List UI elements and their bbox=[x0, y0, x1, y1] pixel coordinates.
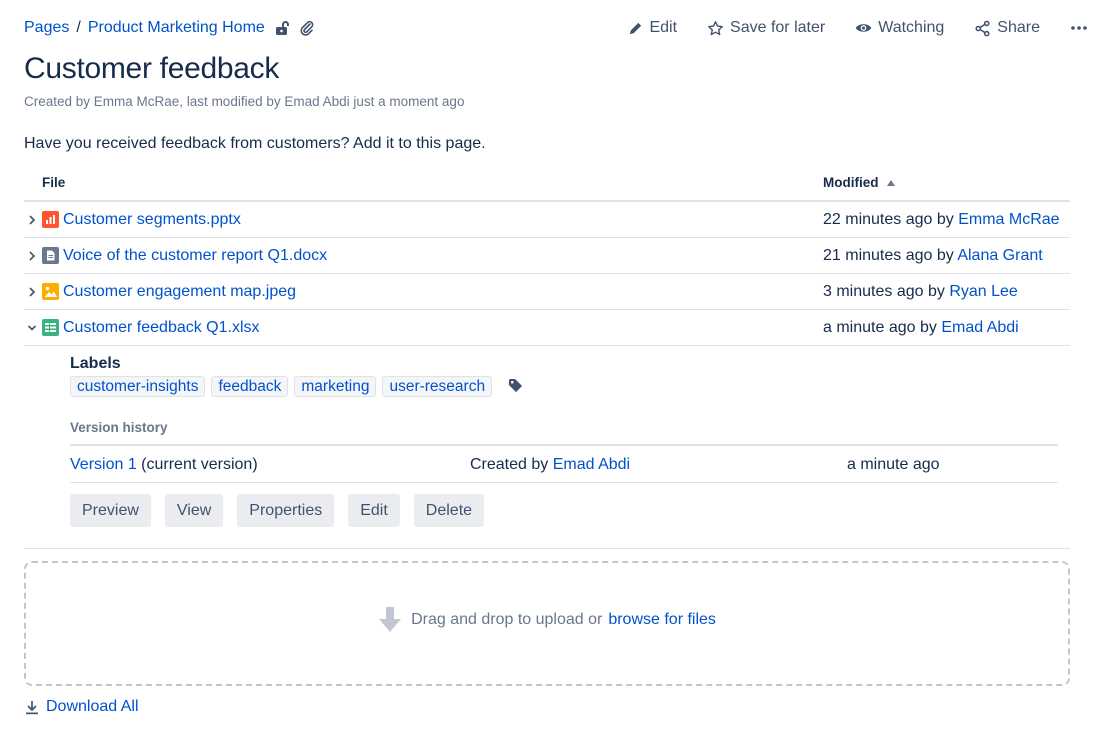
page-title: Customer feedback bbox=[24, 52, 280, 85]
file-link[interactable]: Voice of the customer report Q1.docx bbox=[63, 247, 327, 265]
eye-icon bbox=[855, 24, 872, 32]
modified-time: a minute ago by bbox=[823, 319, 937, 336]
download-arrow-icon bbox=[379, 607, 402, 632]
modified-info: 21 minutes ago by Alana Grant bbox=[823, 247, 1043, 265]
file-link[interactable]: Customer engagement map.jpeg bbox=[63, 283, 296, 301]
chevron-right-icon[interactable] bbox=[27, 214, 37, 226]
created-by-prefix: Created by bbox=[470, 456, 549, 473]
modified-time: 3 minutes ago by bbox=[823, 283, 945, 300]
properties-button[interactable]: Properties bbox=[237, 494, 335, 527]
labels-heading: Labels bbox=[70, 355, 121, 372]
preview-button[interactable]: Preview bbox=[70, 494, 151, 527]
breadcrumb-parent-link[interactable]: Product Marketing Home bbox=[88, 19, 265, 37]
version-cell: Version 1 (current version) bbox=[70, 456, 258, 474]
label-chip[interactable]: user-research bbox=[382, 375, 493, 397]
download-all-link[interactable]: Download All bbox=[25, 698, 139, 716]
edit-label: Edit bbox=[649, 19, 678, 36]
sort-ascending-icon bbox=[886, 179, 895, 186]
unlock-icon[interactable] bbox=[274, 20, 290, 36]
page-intro: Have you received feedback from customer… bbox=[24, 135, 486, 152]
chevron-down-icon[interactable] bbox=[27, 322, 37, 334]
table-row[interactable]: Customer feedback Q1.xlsx a minute ago b… bbox=[24, 310, 1070, 346]
label-chip[interactable]: customer-insights bbox=[70, 375, 206, 397]
page-actions: Edit Save for later Watching Share bbox=[598, 17, 1088, 39]
browse-files-link[interactable]: browse for files bbox=[608, 611, 716, 629]
column-modified[interactable]: Modified bbox=[823, 175, 895, 190]
pencil-icon bbox=[630, 22, 642, 34]
star-icon bbox=[708, 20, 723, 35]
modified-info: 3 minutes ago by Ryan Lee bbox=[823, 283, 1018, 301]
table-row[interactable]: Customer segments.pptx 22 minutes ago by… bbox=[24, 202, 1070, 238]
view-button[interactable]: View bbox=[164, 494, 224, 527]
presentation-icon bbox=[42, 211, 59, 233]
more-actions-icon[interactable] bbox=[1070, 25, 1088, 31]
modified-user-link[interactable]: Alana Grant bbox=[957, 247, 1042, 264]
version-history-heading: Version history bbox=[70, 420, 168, 435]
edit-file-button[interactable]: Edit bbox=[348, 494, 400, 527]
save-for-later-label: Save for later bbox=[730, 19, 826, 36]
share-icon bbox=[975, 20, 990, 36]
download-all-label[interactable]: Download All bbox=[46, 698, 139, 716]
modified-info: 22 minutes ago by Emma McRae bbox=[823, 211, 1060, 229]
label-chip[interactable]: feedback bbox=[211, 375, 289, 397]
version-row: Version 1 (current version) Created by E… bbox=[70, 446, 1058, 483]
version-status: (current version) bbox=[141, 456, 258, 473]
delete-button[interactable]: Delete bbox=[413, 494, 485, 527]
table-header: File Modified bbox=[24, 164, 1070, 202]
attachment-icon[interactable] bbox=[299, 20, 315, 36]
version-link[interactable]: Version 1 bbox=[70, 456, 137, 473]
share-label: Share bbox=[997, 19, 1040, 36]
version-creator-cell: Created by Emad Abdi bbox=[470, 456, 630, 474]
modified-info: a minute ago by Emad Abdi bbox=[823, 319, 1019, 337]
column-file[interactable]: File bbox=[42, 175, 65, 190]
attachments-table: File Modified Customer segments.pptx 22 … bbox=[24, 164, 1070, 346]
modified-user-link[interactable]: Emma McRae bbox=[958, 211, 1059, 228]
watching-button[interactable]: Watching bbox=[855, 19, 944, 37]
upload-dropzone[interactable]: Drag and drop to upload or browse for fi… bbox=[24, 561, 1070, 686]
image-icon bbox=[42, 283, 59, 305]
save-for-later-button[interactable]: Save for later bbox=[707, 19, 825, 37]
upload-prompt: Drag and drop to upload or browse for fi… bbox=[26, 607, 1068, 633]
modified-user-link[interactable]: Ryan Lee bbox=[949, 283, 1018, 300]
spreadsheet-icon bbox=[42, 319, 59, 341]
file-link[interactable]: Customer feedback Q1.xlsx bbox=[63, 319, 260, 337]
table-row[interactable]: Voice of the customer report Q1.docx 21 … bbox=[24, 238, 1070, 274]
upload-text: Drag and drop to upload or bbox=[411, 611, 603, 628]
column-modified-label: Modified bbox=[823, 175, 879, 190]
share-button[interactable]: Share bbox=[974, 19, 1040, 37]
page-byline: Created by Emma McRae, last modified by … bbox=[24, 94, 465, 109]
labels-list: customer-insights feedback marketing use… bbox=[70, 374, 523, 398]
breadcrumb-pages-link[interactable]: Pages bbox=[24, 19, 69, 37]
download-icon bbox=[26, 700, 38, 714]
chevron-right-icon[interactable] bbox=[27, 250, 37, 262]
tag-icon[interactable] bbox=[508, 378, 523, 398]
file-actions: Preview View Properties Edit Delete bbox=[70, 494, 498, 527]
breadcrumb: Pages / Product Marketing Home bbox=[24, 17, 315, 39]
edit-button[interactable]: Edit bbox=[628, 19, 677, 37]
table-row[interactable]: Customer engagement map.jpeg 3 minutes a… bbox=[24, 274, 1070, 310]
label-chip[interactable]: marketing bbox=[294, 375, 377, 397]
watching-label: Watching bbox=[878, 19, 945, 36]
document-icon bbox=[42, 247, 59, 269]
modified-time: 22 minutes ago by bbox=[823, 211, 954, 228]
version-time: a minute ago bbox=[847, 456, 940, 473]
version-creator-link[interactable]: Emad Abdi bbox=[553, 456, 630, 473]
modified-user-link[interactable]: Emad Abdi bbox=[941, 319, 1018, 336]
file-link[interactable]: Customer segments.pptx bbox=[63, 211, 241, 229]
breadcrumb-separator: / bbox=[76, 19, 81, 36]
modified-time: 21 minutes ago by bbox=[823, 247, 954, 264]
chevron-right-icon[interactable] bbox=[27, 286, 37, 298]
divider bbox=[24, 548, 1070, 549]
